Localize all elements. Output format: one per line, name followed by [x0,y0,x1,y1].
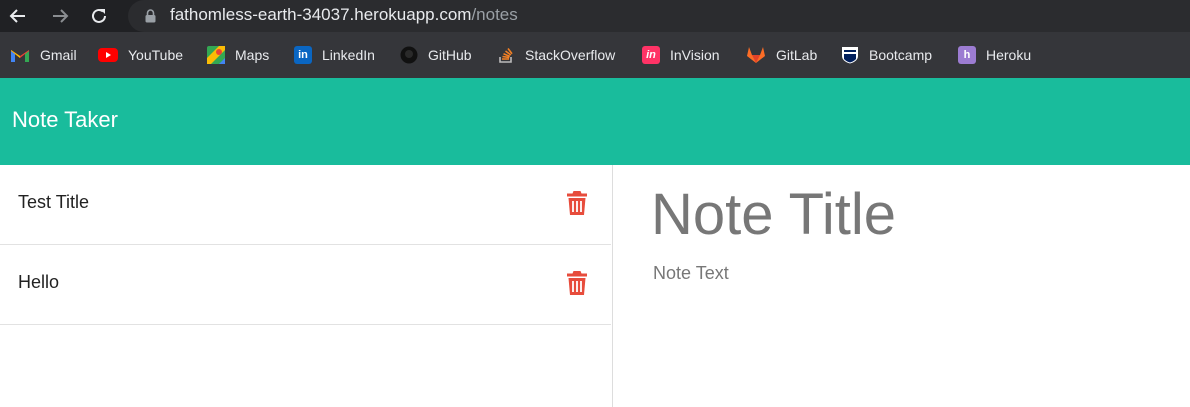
heroku-icon: h [958,46,976,64]
bookmark-label: Heroku [986,47,1032,63]
arrow-right-icon [53,9,69,23]
bookmark-label: GitHub [428,47,472,63]
bootcamp-icon [842,47,858,64]
bookmark-label: Maps [235,47,270,63]
bookmark-label: InVision [670,47,720,63]
reload-icon [92,8,106,23]
gmail-icon [11,50,29,62]
reload-button[interactable] [87,4,111,28]
bookmark-gmail[interactable]: Gmail [10,32,77,78]
bookmark-label: GitLab [776,47,818,63]
bookmark-bootcamp[interactable]: Bootcamp [841,32,932,78]
note-list: Test Title Hello [0,165,612,407]
note-editor [613,165,1190,407]
browser-address-bar: fathomless-earth-34037.herokuapp.com/not… [0,0,1190,32]
lock-icon [145,9,156,23]
note-item-title[interactable]: Hello [18,272,59,293]
bookmark-linkedin[interactable]: in LinkedIn [294,32,375,78]
back-button[interactable] [6,4,30,28]
url-host: fathomless-earth-34037.herokuapp.com [170,5,472,24]
bookmark-label: StackOverflow [525,47,616,63]
bookmark-stackoverflow[interactable]: StackOverflow [497,32,615,78]
bookmark-label: YouTube [128,47,184,63]
maps-icon [207,46,225,64]
bookmarks-bar: Gmail YouTube Maps in LinkedIn GitHub St… [0,32,1190,78]
bookmark-label: Gmail [40,47,77,63]
url-path: /notes [471,5,518,24]
youtube-icon [98,48,118,62]
linkedin-icon: in [294,46,312,64]
bookmark-maps[interactable]: Maps [207,32,269,78]
bookmark-youtube[interactable]: YouTube [98,32,183,78]
app-header: Note Taker [0,78,1190,165]
list-item[interactable]: Hello [0,245,611,325]
github-icon [400,46,418,64]
trash-icon[interactable] [566,190,588,216]
bookmark-gitlab[interactable]: GitLab [746,32,817,78]
gitlab-icon [747,47,765,63]
stackoverflow-icon [499,48,513,63]
forward-button[interactable] [48,4,72,28]
bookmark-label: Bootcamp [869,47,933,63]
bookmark-github[interactable]: GitHub [400,32,472,78]
list-item[interactable]: Test Title [0,165,611,245]
arrow-left-icon [9,9,25,23]
bookmark-heroku[interactable]: h Heroku [958,32,1031,78]
note-item-title[interactable]: Test Title [18,192,89,213]
note-text-input[interactable] [653,263,1173,383]
url-text[interactable]: fathomless-earth-34037.herokuapp.com/not… [170,5,518,25]
bookmark-label: LinkedIn [322,47,375,63]
app-title[interactable]: Note Taker [12,107,118,133]
invision-icon: in [642,46,660,64]
bookmark-invision[interactable]: in InVision [642,32,720,78]
trash-icon[interactable] [566,270,588,296]
note-title-input[interactable] [651,179,1171,249]
